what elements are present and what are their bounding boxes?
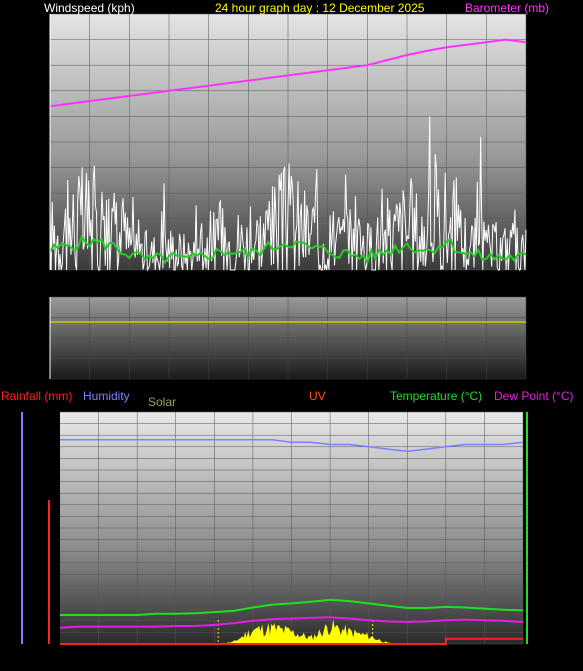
barometer-axis-label: Barometer (mb) bbox=[465, 1, 549, 15]
rainfall-axis-label: Rainfall (mm) bbox=[1, 389, 72, 403]
windspeed-axis-label: Windspeed (kph) bbox=[44, 1, 135, 15]
dewpoint-axis-label: Dew Point (°C) bbox=[494, 389, 573, 403]
temperature-axis-label: Temperature (°C) bbox=[390, 389, 482, 403]
temperature-panel-grid bbox=[60, 411, 524, 645]
weather-graph: Windspeed (kph) 24 hour graph day : 12 D… bbox=[1, 1, 573, 645]
chart-title: 24 hour graph day : 12 December 2025 bbox=[215, 1, 425, 15]
humidity-axis-label: Humidity bbox=[83, 389, 130, 403]
solar-label: Solar bbox=[148, 395, 176, 409]
uv-label: UV bbox=[309, 389, 326, 403]
